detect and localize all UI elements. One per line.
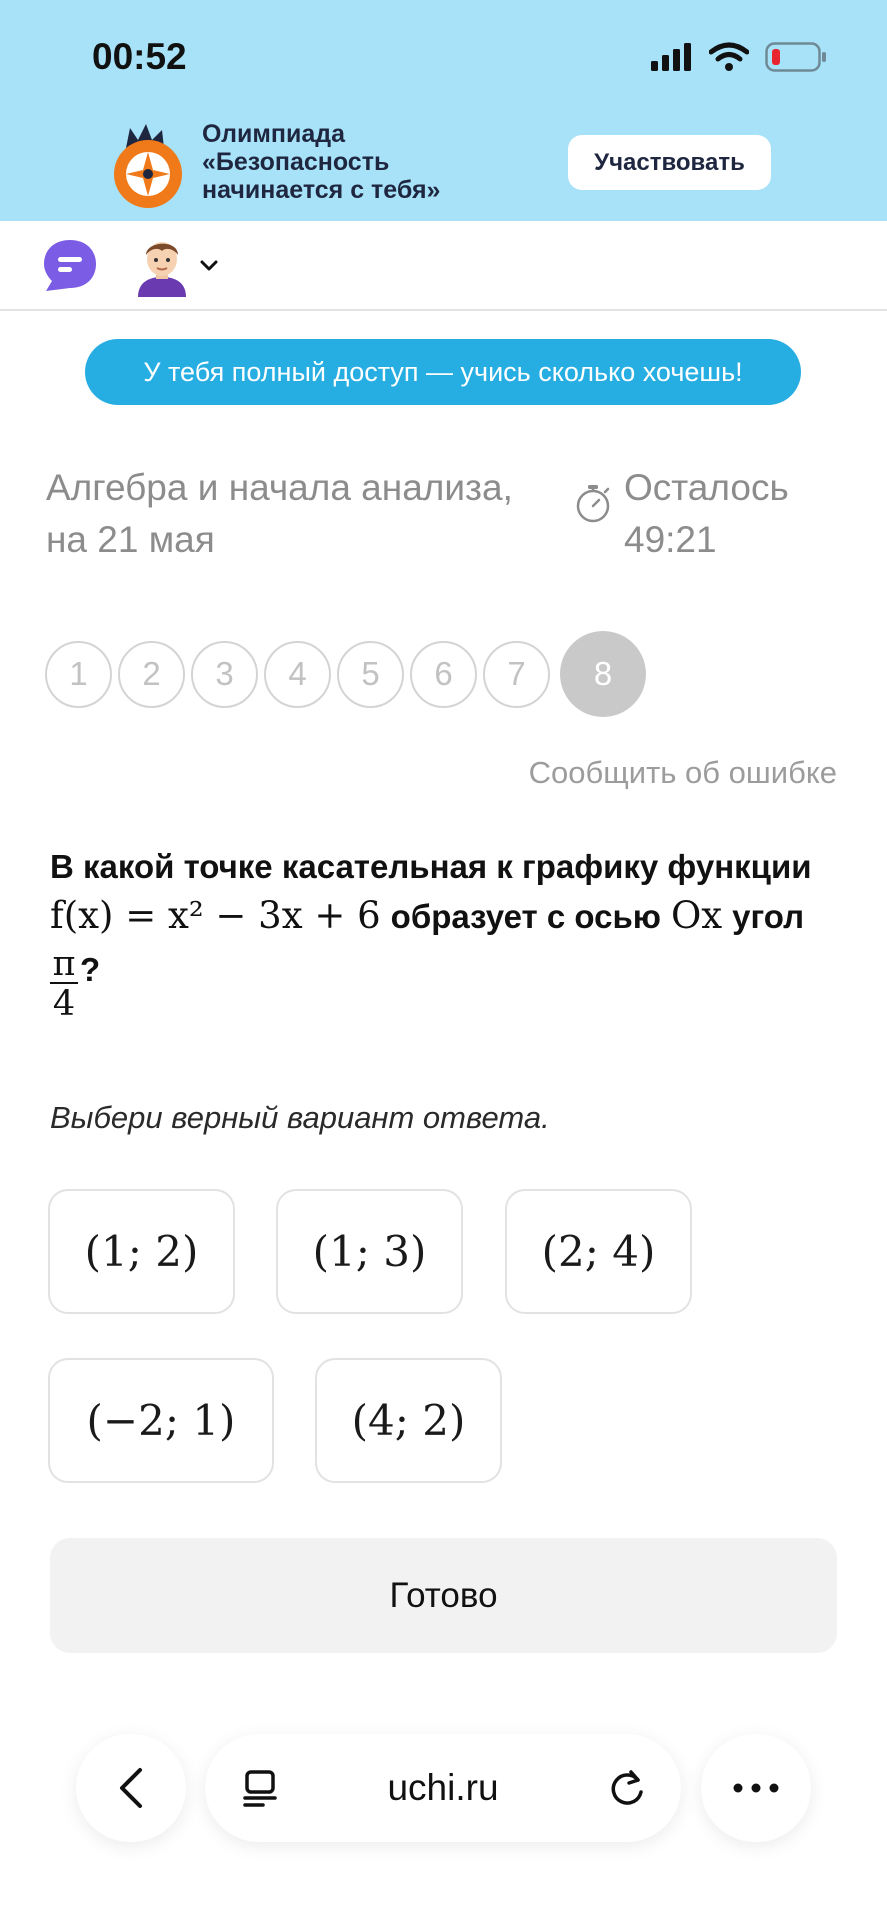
promo-title: Олимпиада «Безопасность начинается с теб…: [202, 120, 532, 204]
reload-icon[interactable]: [607, 1768, 647, 1808]
answer-option[interactable]: (1; 3): [276, 1189, 463, 1314]
step-7[interactable]: 7: [483, 640, 550, 708]
chevron-left-icon: [120, 1768, 142, 1808]
more-button[interactable]: [701, 1734, 811, 1842]
status-time: 00:52: [92, 36, 187, 77]
question-formula: f(x) = x² − 3x + 6: [50, 894, 381, 937]
done-button[interactable]: Готово: [50, 1538, 837, 1653]
profile-menu[interactable]: [134, 235, 218, 297]
stopwatch-icon: [576, 485, 610, 523]
battery-icon: [765, 42, 826, 72]
question-steps: 1 2 3 4 5 6 7 8: [45, 631, 646, 717]
report-error-link[interactable]: Сообщить об ошибке: [529, 755, 837, 791]
answer-option[interactable]: (2; 4): [505, 1189, 692, 1314]
lesson-subject: Алгебра и начала анализа, на 21 мая: [46, 462, 546, 566]
olympiad-logo-icon: [114, 124, 182, 208]
answer-option[interactable]: (−2; 1): [48, 1358, 274, 1483]
avatar: [138, 242, 186, 297]
question-part1: В какой точке касательная к графику функ…: [50, 848, 812, 885]
status-icons: [651, 42, 827, 72]
question-line2: f(x) = x² − 3x + 6 образует с осью Ox уг…: [50, 891, 850, 942]
angle-denominator: 4: [52, 984, 76, 1024]
promo-title-line: Олимпиада: [202, 120, 346, 148]
step-5[interactable]: 5: [337, 640, 404, 708]
access-banner: У тебя полный доступ — учись сколько хоч…: [85, 339, 801, 405]
timer-value: 49:21: [624, 519, 717, 560]
wifi-icon: [709, 42, 749, 71]
step-2[interactable]: 2: [118, 640, 185, 708]
subject-line: Алгебра и начала анализа,: [46, 467, 513, 508]
angle-fraction: π 4: [50, 946, 78, 1024]
step-4[interactable]: 4: [264, 640, 331, 708]
timer: Осталось 49:21: [624, 462, 789, 566]
promo-title-line: «Безопасность: [202, 148, 390, 176]
signal-icon: [651, 43, 691, 71]
question-axis: Ox: [670, 894, 723, 937]
angle-numerator: π: [52, 944, 76, 984]
top-nav: [0, 221, 887, 311]
back-button[interactable]: [76, 1734, 186, 1842]
question-line3: π 4 ?: [50, 946, 850, 1024]
answer-hint: Выбери верный вариант ответа.: [50, 1100, 550, 1135]
step-3[interactable]: 3: [191, 640, 258, 708]
subject-line: на 21 мая: [46, 519, 215, 560]
question-part2: образует с осью: [390, 898, 661, 935]
address-bar[interactable]: uchi.ru: [205, 1734, 681, 1842]
question-text: В какой точке касательная к графику функ…: [50, 845, 850, 1024]
answer-option[interactable]: (4; 2): [315, 1358, 502, 1483]
promo-banner[interactable]: 00:52 Олимпиада «Безопасность начинается…: [0, 0, 887, 221]
step-1[interactable]: 1: [45, 640, 112, 708]
step-6[interactable]: 6: [410, 640, 477, 708]
question-part3: угол: [732, 898, 805, 935]
more-dots-icon: [733, 1783, 779, 1793]
chat-bubble-icon[interactable]: [40, 237, 100, 293]
participate-button[interactable]: Участвовать: [568, 135, 771, 190]
promo-title-line: начинается с тебя»: [202, 176, 441, 204]
chevron-down-icon: [200, 260, 218, 271]
step-8-current[interactable]: 8: [560, 631, 646, 717]
question-mark: ?: [80, 951, 101, 988]
timer-label: Осталось: [624, 467, 789, 508]
answer-option[interactable]: (1; 2): [48, 1189, 235, 1314]
